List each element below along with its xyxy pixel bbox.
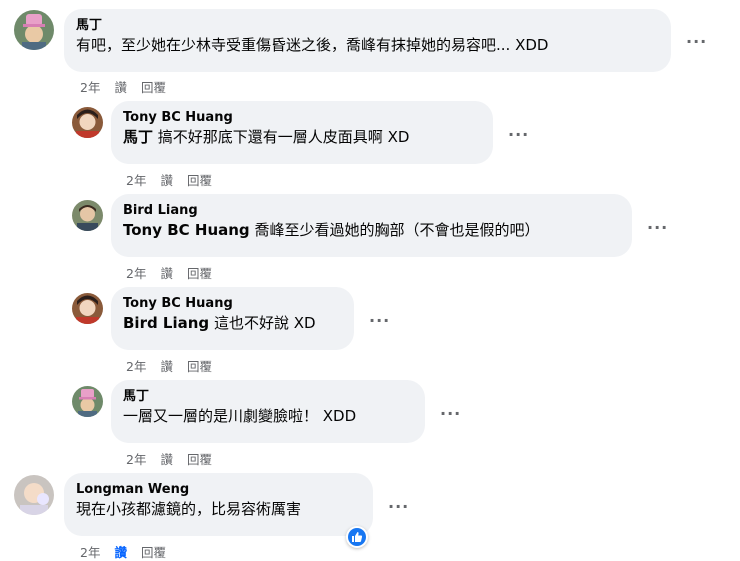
comment-meta: 2年讚回覆 [126,356,226,375]
comment-bubble: Tony BC Huang Bird Liang 這也不好說 XD [111,287,354,350]
comment-author[interactable]: Tony BC Huang [123,109,481,126]
comment-text: Bird Liang 這也不好說 XD [123,313,342,334]
more-options-button[interactable]: ··· [686,34,707,50]
comment-body: 搞不好那底下還有一層人皮面具啊 XD [157,128,410,146]
comment-body: 這也不好說 XD [213,314,316,332]
tony-avatar-icon[interactable] [72,293,103,324]
like-button[interactable]: 讚 [160,356,173,375]
comment-time[interactable]: 2年 [80,542,100,561]
mention-link[interactable]: Tony BC Huang [123,221,250,239]
comment-author[interactable]: Longman Weng [76,481,361,498]
bird-avatar-icon[interactable] [72,200,103,231]
more-options-button[interactable]: ··· [388,499,409,515]
like-button[interactable]: 讚 [114,542,127,561]
comment-time[interactable]: 2年 [126,356,146,375]
reply-button[interactable]: 回覆 [187,170,212,189]
thumbs-up-icon [348,528,366,546]
comment-meta: 2年讚回覆 [126,170,226,189]
more-options-button[interactable]: ··· [440,406,461,422]
comment-text: 現在小孩都濾鏡的，比易容術厲害 [76,500,302,518]
like-button[interactable]: 讚 [160,263,173,282]
mention-link[interactable]: Bird Liang [123,314,209,332]
comment-time[interactable]: 2年 [126,449,146,468]
comment-text: 有吧，至少她在少林寺受重傷昏迷之後，喬峰有抹掉她的易容吧... XDD [76,36,549,54]
comment-body: 喬峰至少看過她的胸部（不會也是假的吧） [254,221,540,239]
comment-author[interactable]: Bird Liang [123,202,620,219]
more-options-button[interactable]: ··· [647,220,668,236]
comment-bubble: Longman Weng 現在小孩都濾鏡的，比易容術厲害 [64,473,373,536]
comment-time[interactable]: 2年 [126,263,146,282]
comment-bubble: Bird Liang Tony BC Huang 喬峰至少看過她的胸部（不會也是… [111,194,632,257]
comment-author[interactable]: 馬丁 [76,17,659,34]
more-options-button[interactable]: ··· [369,313,390,329]
comment-bubble: 馬丁 有吧，至少她在少林寺受重傷昏迷之後，喬峰有抹掉她的易容吧... XDD [64,9,671,72]
reply-button[interactable]: 回覆 [141,542,166,561]
baby-avatar-icon[interactable] [14,475,54,515]
comment-author[interactable]: Tony BC Huang [123,295,342,312]
reply-button[interactable]: 回覆 [187,449,212,468]
comment-meta: 2年讚回覆 [80,77,180,96]
comment-meta: 2年讚回覆 [126,263,226,282]
reply-button[interactable]: 回覆 [187,263,212,282]
tony-avatar-icon[interactable] [72,107,103,138]
reaction-badge[interactable] [346,526,368,548]
hat-avatar-icon[interactable] [72,386,103,417]
comment-time[interactable]: 2年 [126,170,146,189]
hat-avatar-icon[interactable] [14,10,54,50]
more-options-button[interactable]: ··· [508,127,529,143]
reply-button[interactable]: 回覆 [187,356,212,375]
comment-meta: 2年讚回覆 [80,542,180,561]
like-button[interactable]: 讚 [114,77,127,96]
comment-text: 馬丁 搞不好那底下還有一層人皮面具啊 XD [123,127,481,148]
comment-bubble: Tony BC Huang 馬丁 搞不好那底下還有一層人皮面具啊 XD [111,101,493,164]
comment-text: Tony BC Huang 喬峰至少看過她的胸部（不會也是假的吧） [123,220,620,241]
comment-text: 一層又一層的是川劇變臉啦！ XDD [123,407,357,425]
comment-time[interactable]: 2年 [80,77,100,96]
mention-link[interactable]: 馬丁 [123,128,153,146]
like-button[interactable]: 讚 [160,449,173,468]
comment-meta: 2年讚回覆 [126,449,226,468]
comment-author[interactable]: 馬丁 [123,388,413,405]
like-button[interactable]: 讚 [160,170,173,189]
reply-button[interactable]: 回覆 [141,77,166,96]
comment-bubble: 馬丁 一層又一層的是川劇變臉啦！ XDD [111,380,425,443]
